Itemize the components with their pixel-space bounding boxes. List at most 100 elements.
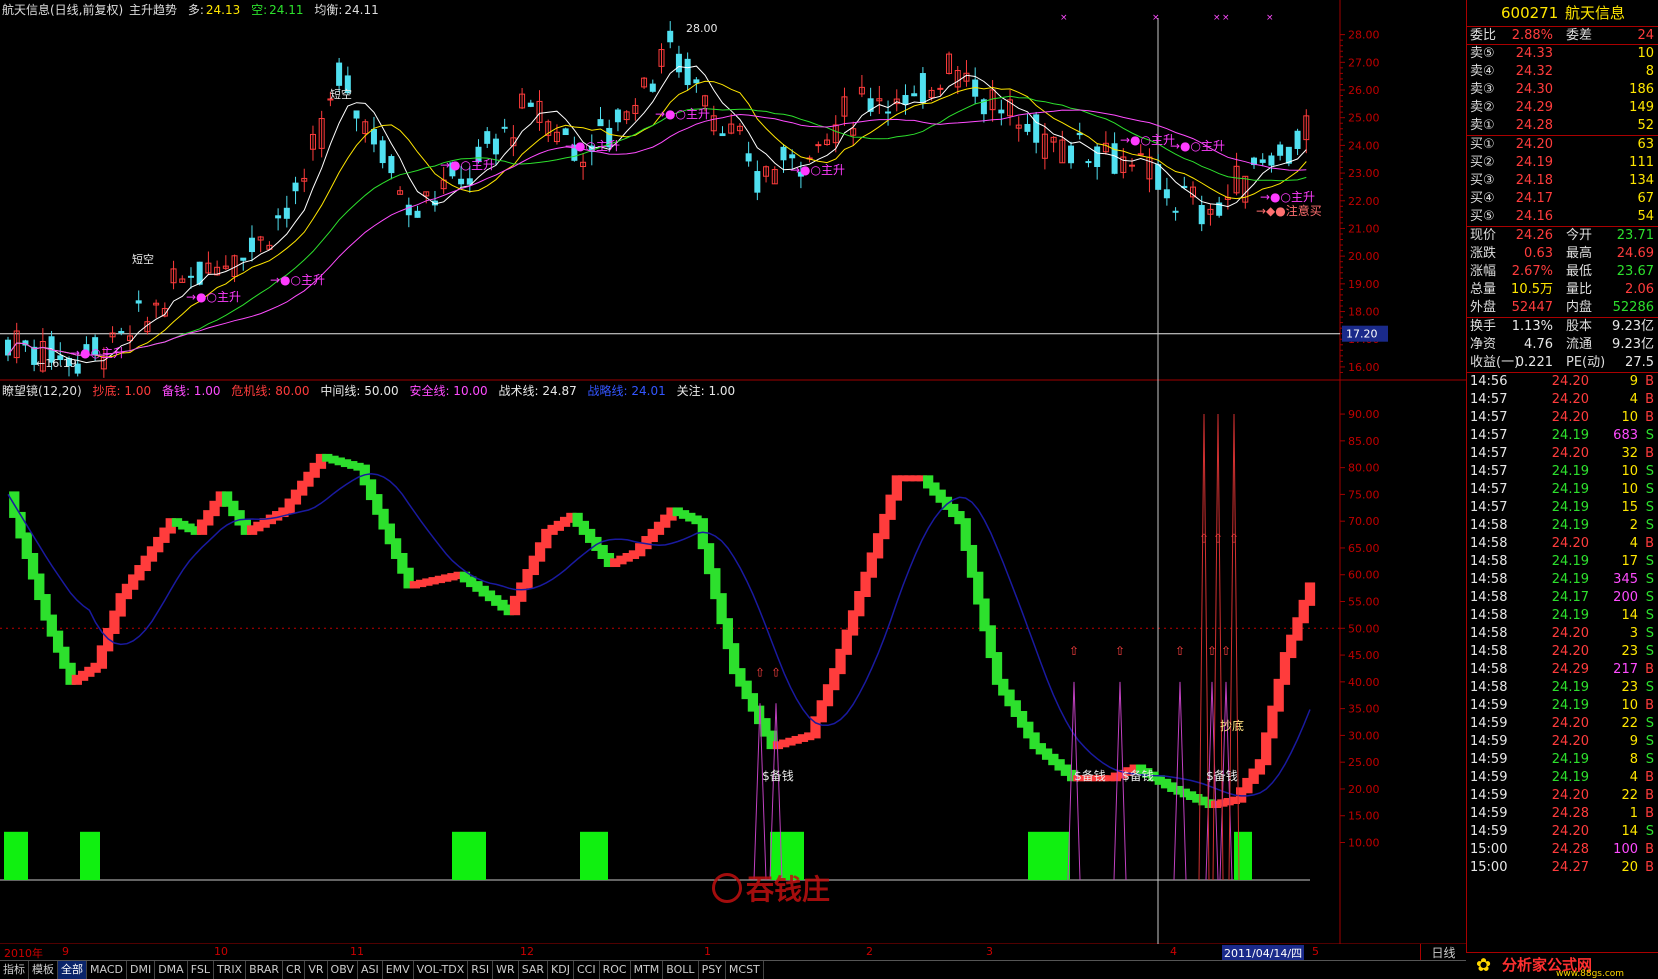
tab-brar[interactable]: BRAR bbox=[246, 961, 284, 979]
osc-tick-label: 10.00 bbox=[1348, 837, 1380, 850]
candle-body bbox=[187, 275, 194, 278]
fin-label: 净资 bbox=[1470, 337, 1497, 352]
stat-value: 52447 bbox=[1511, 300, 1553, 315]
site-logo: ✿ 分析家公式网 www.88gs.com bbox=[1466, 952, 1658, 979]
tab-dma[interactable]: DMA bbox=[155, 961, 188, 979]
tick-volume: 345 bbox=[1613, 572, 1638, 587]
attention-block bbox=[1028, 831, 1070, 880]
tick-price: 24.20 bbox=[1551, 716, 1589, 731]
osc-tick-label: 40.00 bbox=[1348, 676, 1380, 689]
tab-trix[interactable]: TRIX bbox=[214, 961, 247, 979]
tab-全部[interactable]: 全部 bbox=[58, 961, 87, 979]
tab-macd[interactable]: MACD bbox=[87, 961, 127, 979]
candle-body bbox=[684, 58, 691, 86]
tick-time: 15:00 bbox=[1470, 842, 1508, 857]
tab-mcst[interactable]: MCST bbox=[726, 961, 764, 979]
tab-cci[interactable]: CCI bbox=[574, 961, 600, 979]
price-tick-label: 21.00 bbox=[1348, 222, 1380, 235]
tick-side: B bbox=[1645, 770, 1654, 785]
candle-body bbox=[501, 126, 508, 129]
tick-volume: 9 bbox=[1629, 734, 1638, 749]
tick-volume: 3 bbox=[1629, 626, 1638, 641]
financial-stats: 换手 1.13% 股本 9.23亿 净资 4.76 流通 9.23亿 收益(一) 0.221 PE(… bbox=[1467, 317, 1658, 372]
candle-body bbox=[336, 62, 343, 86]
junheng-value: 24.11 bbox=[344, 3, 379, 17]
tick-volume: 10 bbox=[1621, 410, 1638, 425]
tab-boll[interactable]: BOLL bbox=[663, 961, 699, 979]
tab-mtm[interactable]: MTM bbox=[631, 961, 664, 979]
year-label: 2010年 bbox=[4, 947, 43, 960]
fin-value: 1.13% bbox=[1511, 319, 1553, 334]
stock-code-row: 600271 航天信息 bbox=[1467, 0, 1658, 26]
tab-obv[interactable]: OBV bbox=[328, 961, 358, 979]
price-tick-label: 28.00 bbox=[1348, 29, 1380, 42]
tick-side: B bbox=[1645, 392, 1654, 407]
tab-roc[interactable]: ROC bbox=[600, 961, 631, 979]
attention-block bbox=[1234, 831, 1252, 880]
tab-wr[interactable]: WR bbox=[493, 961, 519, 979]
tab-psy[interactable]: PSY bbox=[699, 961, 726, 979]
tab-kdj[interactable]: KDJ bbox=[548, 961, 574, 979]
tick-side: B bbox=[1645, 860, 1654, 875]
tick-row: 14:57 24.20 4 B bbox=[1467, 391, 1658, 409]
tab-dmi[interactable]: DMI bbox=[127, 961, 156, 979]
tick-price: 24.19 bbox=[1551, 770, 1589, 785]
stat-row: 外盘 52447 内盘 52286 bbox=[1467, 299, 1658, 317]
tick-price: 24.19 bbox=[1551, 752, 1589, 767]
tab-模板[interactable]: 模板 bbox=[29, 961, 58, 979]
fin-value: 27.5 bbox=[1625, 355, 1654, 370]
zhusheng-signal: →●○主升 bbox=[270, 273, 325, 287]
watermark-circle-icon bbox=[712, 873, 742, 903]
duo-value: 24.13 bbox=[205, 3, 241, 17]
tab-asi[interactable]: ASI bbox=[358, 961, 383, 979]
tick-volume: 10 bbox=[1621, 698, 1638, 713]
cross-marker: × bbox=[1213, 13, 1221, 23]
tick-volume: 23 bbox=[1621, 680, 1638, 695]
oscillator-name: 瞭望镜(12,20) bbox=[2, 384, 82, 398]
tick-price: 24.20 bbox=[1551, 536, 1589, 551]
period-selector[interactable]: 日线 bbox=[1420, 944, 1466, 960]
duankong-signal: 短空 bbox=[132, 252, 154, 266]
candle-body bbox=[649, 83, 656, 92]
tick-side: B bbox=[1645, 662, 1654, 677]
tab-emv[interactable]: EMV bbox=[383, 961, 414, 979]
tick-list[interactable]: 14:56 24.20 9 B 14:57 24.20 4 B 14:57 24.20 10 B 14:… bbox=[1467, 372, 1658, 877]
tick-time: 14:58 bbox=[1470, 644, 1508, 659]
candle-body bbox=[283, 207, 290, 219]
candle-body bbox=[240, 257, 247, 261]
tick-price: 24.20 bbox=[1551, 644, 1589, 659]
weicha-value: 24 bbox=[1637, 28, 1654, 43]
tab-vol-tdx[interactable]: VOL-TDX bbox=[414, 961, 469, 979]
osc-item: 安全线: 10.00 bbox=[409, 384, 488, 398]
stat-value: 0.63 bbox=[1524, 246, 1553, 261]
tab-cr[interactable]: CR bbox=[283, 961, 306, 979]
tab-sar[interactable]: SAR bbox=[519, 961, 549, 979]
ask-row: 卖③ 24.30 186 bbox=[1467, 81, 1658, 99]
stat-value: 24.69 bbox=[1616, 246, 1654, 261]
tab-rsi[interactable]: RSI bbox=[468, 961, 494, 979]
tick-price: 24.19 bbox=[1551, 500, 1589, 515]
tick-side: S bbox=[1645, 554, 1654, 569]
candle-body bbox=[1268, 155, 1275, 166]
tab-fsl[interactable]: FSL bbox=[188, 961, 214, 979]
tick-time: 14:59 bbox=[1470, 698, 1508, 713]
tab-vr[interactable]: VR bbox=[305, 961, 328, 979]
weibi-row: 委比 2.88% 委差 24 bbox=[1467, 26, 1658, 44]
fin-row: 净资 4.76 流通 9.23亿 bbox=[1467, 336, 1658, 354]
high-price-label: 28.00 bbox=[686, 22, 718, 35]
tick-volume: 23 bbox=[1621, 644, 1638, 659]
tab-指标[interactable]: 指标 bbox=[0, 961, 29, 979]
tick-price: 24.19 bbox=[1551, 428, 1589, 443]
chart-canvas[interactable]: 28.00 27.00 26.00 25.00 24.00 23.00 22.00 21.00… bbox=[0, 0, 1466, 944]
ask-row: 卖② 24.29 149 bbox=[1467, 99, 1658, 117]
stat-label: 内盘 bbox=[1566, 300, 1593, 315]
ask-label: 卖⑤ bbox=[1470, 46, 1495, 61]
tick-row: 14:59 24.19 10 B bbox=[1467, 697, 1658, 715]
tick-side: S bbox=[1645, 608, 1654, 623]
stat-row: 现价 24.26 今开 23.71 bbox=[1467, 227, 1658, 245]
month-label: 3 bbox=[986, 945, 993, 958]
candle-body bbox=[1129, 164, 1136, 167]
price-tick-label: 27.00 bbox=[1348, 56, 1380, 69]
month-label: 4 bbox=[1170, 945, 1177, 958]
tick-time: 14:57 bbox=[1470, 428, 1508, 443]
